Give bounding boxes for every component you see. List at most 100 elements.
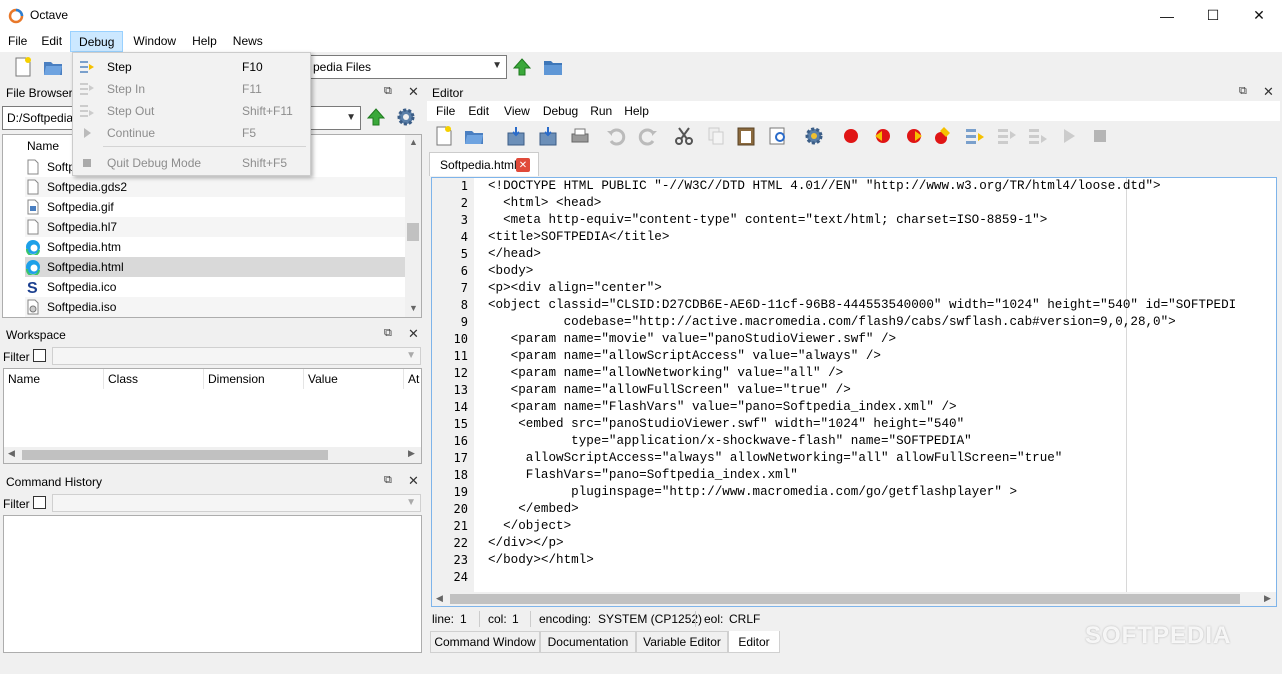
maximize-button[interactable]: ☐ — [1190, 0, 1236, 31]
editor-menu-debug[interactable]: Debug — [539, 101, 587, 121]
debug-step-in-icon[interactable] — [996, 125, 1018, 147]
code-hscrollbar[interactable]: ◀ ▶ — [432, 592, 1276, 606]
open-file-icon[interactable] — [463, 125, 485, 147]
line-number-gutter: 1 2 3 4 5 6 7 8 9 10 11 12 13 14 15 16 17 18 19 20 21 22 23 24 — [432, 178, 474, 592]
scroll-thumb[interactable] — [450, 594, 1240, 604]
next-breakpoint-icon[interactable] — [872, 125, 894, 147]
workspace-filter-checkbox[interactable] — [33, 349, 46, 362]
debug-menu-continue[interactable]: Continue F5 — [73, 122, 310, 144]
line-number: 19 — [453, 485, 468, 499]
debug-step-icon[interactable] — [964, 125, 986, 147]
save-as-icon[interactable] — [537, 125, 559, 147]
command-history-filter-input[interactable]: ▼ — [52, 494, 421, 512]
undock-icon[interactable]: ⧉ — [384, 85, 392, 98]
workspace-filter-input[interactable]: ▼ — [52, 347, 421, 365]
name-column-header[interactable]: Name — [27, 137, 59, 155]
parent-directory-icon[interactable] — [511, 56, 533, 78]
workspace-col-class[interactable]: Class — [104, 369, 204, 389]
menu-file[interactable]: File — [0, 31, 35, 52]
undock-icon[interactable]: ⧉ — [1239, 85, 1247, 98]
file-list-scrollbar[interactable]: ▲ ▼ — [405, 135, 421, 317]
current-directory-combo[interactable]: pedia Files ▼ — [300, 55, 507, 79]
file-item[interactable]: Softpedia.gif — [25, 197, 405, 217]
scroll-right-icon[interactable]: ▶ — [1264, 593, 1271, 604]
debug-menu-step-in[interactable]: Step In F11 — [73, 78, 310, 100]
close-button[interactable]: ✕ — [1236, 0, 1282, 31]
file-item[interactable]: Softpedia.iso — [25, 297, 405, 317]
copy-icon[interactable] — [705, 125, 727, 147]
redo-icon[interactable] — [637, 125, 659, 147]
editor-menu-help[interactable]: Help — [621, 101, 658, 121]
file-item[interactable]: Softpedia.hl7 — [25, 217, 405, 237]
workspace-col-name[interactable]: Name — [4, 369, 104, 389]
debug-menu-step-out-label: Step Out — [107, 104, 155, 118]
remove-breakpoints-icon[interactable] — [932, 125, 954, 147]
menu-news[interactable]: News — [225, 31, 271, 52]
debug-menu-step-out[interactable]: Step Out Shift+F11 — [73, 100, 310, 122]
debug-dropdown-menu: Step F10 Step In F11 Step Out Shift+F11 … — [72, 52, 311, 176]
debug-menu-quit[interactable]: Quit Debug Mode Shift+F5 — [73, 152, 310, 174]
scroll-up-icon[interactable]: ▲ — [409, 137, 418, 147]
editor-menu-edit[interactable]: Edit — [464, 101, 498, 121]
editor-menu-view[interactable]: View — [498, 101, 539, 121]
scroll-thumb[interactable] — [407, 223, 419, 241]
settings-gear-icon[interactable] — [803, 125, 825, 147]
toggle-breakpoint-icon[interactable] — [840, 125, 862, 147]
tab-documentation[interactable]: Documentation — [540, 631, 636, 653]
debug-continue-icon[interactable] — [1058, 125, 1080, 147]
workspace-hscrollbar[interactable]: ◀ ▶ — [4, 447, 421, 463]
file-item[interactable]: Softpedia.gds2 — [25, 177, 405, 197]
debug-step-out-icon[interactable] — [1027, 125, 1049, 147]
minimize-button[interactable]: — — [1144, 0, 1190, 31]
print-icon[interactable] — [569, 125, 591, 147]
undo-icon[interactable] — [605, 125, 627, 147]
tab-command-window[interactable]: Command Window — [430, 631, 540, 653]
undock-icon[interactable]: ⧉ — [384, 327, 392, 340]
editor-file-tab[interactable]: Softpedia.html ✕ — [429, 152, 539, 176]
open-folder-icon[interactable] — [42, 56, 64, 78]
gear-icon[interactable] — [395, 106, 417, 128]
close-panel-icon[interactable]: ✕ — [1263, 84, 1274, 100]
file-item[interactable]: S Softpedia.ico — [25, 277, 405, 297]
scroll-right-icon[interactable]: ▶ — [408, 448, 415, 459]
paste-icon[interactable] — [735, 125, 757, 147]
menu-help[interactable]: Help — [184, 31, 225, 52]
scroll-down-icon[interactable]: ▼ — [409, 303, 418, 313]
menu-debug[interactable]: Debug — [70, 31, 124, 52]
new-script-icon[interactable] — [433, 125, 455, 147]
editor-menu-file[interactable]: File — [427, 101, 464, 121]
scroll-left-icon[interactable]: ◀ — [8, 448, 15, 459]
browse-directory-icon[interactable] — [542, 56, 564, 78]
command-history-filter-checkbox[interactable] — [33, 496, 46, 509]
menu-window[interactable]: Window — [125, 31, 184, 52]
workspace-col-value[interactable]: Value — [304, 369, 404, 389]
close-tab-icon[interactable]: ✕ — [516, 158, 530, 172]
file-item[interactable]: Softpedia.html — [25, 257, 405, 277]
tab-variable-editor[interactable]: Variable Editor — [636, 631, 728, 653]
save-icon[interactable] — [505, 125, 527, 147]
close-panel-icon[interactable]: ✕ — [408, 84, 419, 100]
debug-menu-quit-label: Quit Debug Mode — [107, 156, 202, 170]
workspace-col-attributes[interactable]: At — [404, 369, 422, 389]
scroll-left-icon[interactable]: ◀ — [436, 593, 443, 604]
code-editor[interactable]: 1 2 3 4 5 6 7 8 9 10 11 12 13 14 15 16 17 18 19 20 21 22 23 24 … — [431, 177, 1277, 607]
undock-icon[interactable]: ⧉ — [384, 474, 392, 487]
line-number: 4 — [460, 230, 468, 244]
parent-directory-icon[interactable] — [365, 106, 387, 128]
scroll-thumb[interactable] — [22, 450, 328, 460]
command-history-list[interactable] — [3, 515, 422, 653]
debug-menu-step[interactable]: Step F10 — [73, 56, 310, 78]
cut-icon[interactable] — [673, 125, 695, 147]
new-file-icon[interactable] — [12, 56, 34, 78]
debug-quit-icon[interactable] — [1089, 125, 1111, 147]
close-panel-icon[interactable]: ✕ — [408, 473, 419, 489]
previous-breakpoint-icon[interactable] — [903, 125, 925, 147]
workspace-col-dimension[interactable]: Dimension — [204, 369, 304, 389]
find-replace-icon[interactable] — [767, 125, 789, 147]
workspace-table: Name Class Dimension Value At ◀ ▶ — [3, 368, 422, 464]
tab-editor[interactable]: Editor — [728, 631, 780, 653]
file-item[interactable]: Softpedia.htm — [25, 237, 405, 257]
editor-menu-run[interactable]: Run — [587, 101, 621, 121]
menu-edit[interactable]: Edit — [33, 31, 70, 52]
close-panel-icon[interactable]: ✕ — [408, 326, 419, 342]
